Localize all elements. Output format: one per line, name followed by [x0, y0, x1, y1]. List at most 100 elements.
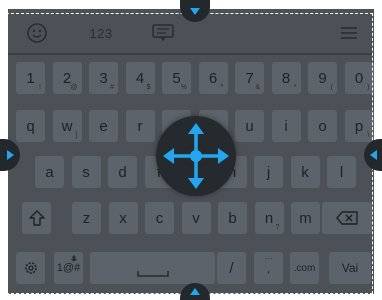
dotcom-key-label: .com	[293, 262, 316, 274]
key-label: 1	[26, 69, 35, 87]
key-row1-6[interactable]: u	[235, 110, 264, 142]
key-row3-3[interactable]: v	[181, 202, 211, 234]
enter-key[interactable]: Vai	[329, 252, 371, 284]
period-key-hint: ···	[264, 254, 273, 263]
key-row3-5[interactable]: n?	[254, 202, 284, 234]
space-key[interactable]	[90, 252, 215, 284]
key-row2-1[interactable]: s	[71, 156, 101, 188]
key-row2-2[interactable]: d	[108, 156, 137, 188]
key-secondary-label: *	[293, 84, 297, 91]
mic-icon	[71, 255, 77, 262]
keyboard-editor: 123 1!2@3#4$5%6^7&8*9(0)qw]ertyuiop\asdf…	[0, 0, 382, 300]
key-row3-2[interactable]: c	[145, 202, 174, 234]
clipboard-icon	[152, 24, 174, 41]
key-label: o	[318, 117, 327, 135]
key-label: s	[82, 163, 90, 181]
key-row3-4[interactable]: b	[218, 202, 247, 234]
key-label: u	[245, 117, 254, 135]
key-numbers-0[interactable]: 1!	[16, 62, 45, 94]
key-label: v	[192, 209, 200, 227]
key-label: e	[99, 117, 108, 135]
key-secondary-label: #	[110, 84, 114, 91]
key-row2-6[interactable]: j	[254, 156, 283, 188]
key-label: r	[137, 117, 143, 135]
key-secondary-label: %	[180, 84, 187, 91]
shift-key[interactable]	[22, 202, 51, 234]
key-label: c	[155, 209, 164, 227]
key-numbers-1[interactable]: 2 @	[52, 62, 82, 94]
key-numbers-7[interactable]: 8 *	[271, 62, 301, 94]
space-bar-icon	[136, 271, 169, 277]
key-row1-0[interactable]: q	[16, 110, 45, 142]
key-label: w	[61, 117, 73, 135]
key-label: p	[354, 117, 364, 135]
key-numbers-8[interactable]: 9(	[308, 62, 337, 94]
key-label: j	[266, 163, 271, 181]
key-row1-9[interactable]: p \	[344, 110, 374, 142]
key-label: 6	[208, 69, 218, 87]
key-numbers-6[interactable]: 7 &	[235, 62, 264, 94]
clipboard-button[interactable]	[151, 23, 175, 43]
key-secondary-label: ?	[275, 224, 280, 231]
key-row2-0[interactable]: a	[35, 156, 64, 188]
key-secondary-label: ^	[220, 84, 224, 91]
symbols-key[interactable]: 1@#	[54, 252, 83, 284]
key-label: 3	[99, 69, 108, 87]
key-row1-1[interactable]: w]	[52, 110, 82, 142]
key-secondary-label: ]	[75, 132, 78, 139]
emoji-button[interactable]	[25, 22, 49, 44]
arrow-right-icon	[6, 150, 14, 160]
key-secondary-label: &	[255, 84, 260, 91]
key-label: z	[82, 209, 91, 227]
key-row3-0[interactable]: z	[72, 202, 101, 234]
key-numbers-3[interactable]: 4 $	[125, 62, 155, 94]
enter-key-label: Vai	[341, 261, 359, 275]
dotcom-key[interactable]: .com	[290, 252, 319, 284]
backspace-icon	[336, 211, 358, 225]
key-secondary-label: $	[146, 84, 151, 91]
key-row1-8[interactable]: o	[308, 110, 337, 142]
key-label: x	[119, 209, 127, 227]
key-label: k	[301, 163, 309, 181]
key-row2-8[interactable]: l	[327, 156, 356, 188]
key-label: a	[45, 163, 54, 181]
key-label: q	[26, 117, 35, 135]
arrow-down-icon	[190, 7, 200, 15]
key-row3-6[interactable]: m	[291, 202, 320, 234]
slash-key[interactable]: /	[217, 252, 246, 284]
key-label: i	[284, 117, 288, 135]
key-secondary-label: \	[367, 132, 370, 139]
move-handle[interactable]	[156, 116, 236, 196]
numbers-tab[interactable]: 123	[85, 22, 117, 44]
key-row2-7[interactable]: k	[290, 156, 320, 188]
key-label: 8	[281, 69, 291, 87]
smiley-icon	[27, 23, 47, 43]
arrow-left-icon	[369, 150, 377, 160]
backspace-key[interactable]	[322, 202, 372, 234]
key-numbers-4[interactable]: 5%	[162, 62, 191, 94]
arrow-up-icon	[190, 288, 200, 295]
toolbar-divider	[8, 53, 374, 55]
move-arrows-icon	[163, 123, 229, 189]
settings-key[interactable]	[16, 252, 45, 284]
key-numbers-9[interactable]: 0)	[344, 62, 374, 94]
key-secondary-label: @	[70, 84, 78, 91]
menu-button[interactable]	[340, 23, 358, 43]
key-row1-3[interactable]: r	[125, 110, 155, 142]
key-label: 0	[354, 69, 364, 87]
key-numbers-2[interactable]: 3 #	[89, 62, 118, 94]
menu-icon	[341, 27, 357, 39]
key-label: 7	[245, 69, 254, 87]
key-label: 4	[135, 69, 145, 87]
key-row1-7[interactable]: i	[271, 110, 301, 142]
key-numbers-5[interactable]: 6 ^	[198, 62, 228, 94]
key-label: 5	[172, 69, 181, 87]
period-key[interactable]: . ···	[254, 252, 283, 284]
key-secondary-label: (	[330, 84, 333, 91]
key-row3-1[interactable]: x	[108, 202, 138, 234]
key-label: b	[228, 209, 237, 227]
key-secondary-label: )	[367, 84, 370, 91]
key-secondary-label: !	[39, 84, 41, 91]
key-row1-2[interactable]: e	[89, 110, 118, 142]
key-label: 9	[318, 69, 327, 87]
